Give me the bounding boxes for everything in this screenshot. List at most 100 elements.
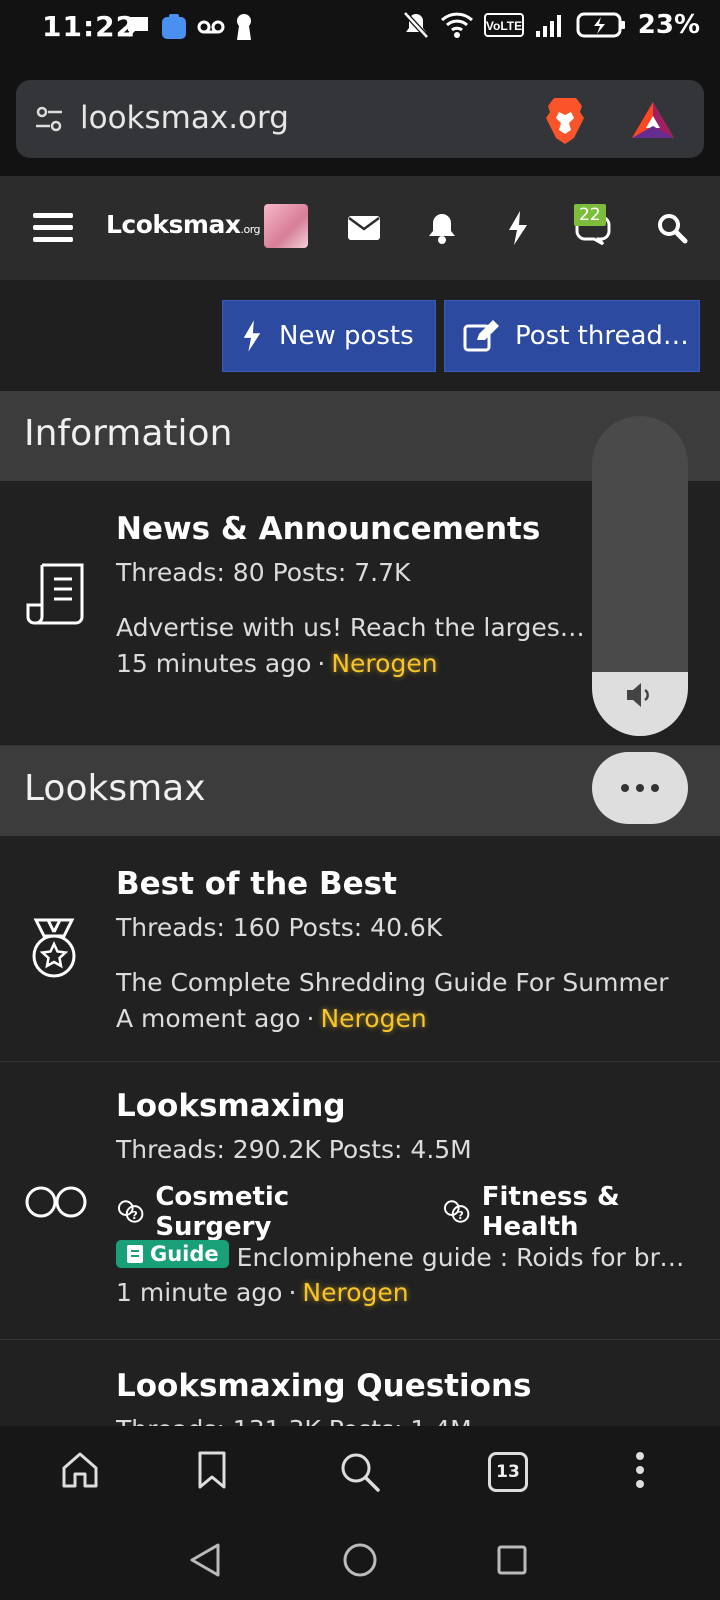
node-title[interactable]: Looksmaxing [116,1088,346,1124]
address-bar[interactable]: looksmax.org [16,80,704,158]
latest-thread-link[interactable]: Enclomiphene guide : Roids for brok… [237,1243,696,1272]
system-navigation-bar [0,1522,720,1600]
search-icon [658,214,688,244]
meta-separator: · [288,1278,297,1307]
browser-bottom-bar: 13 [0,1426,720,1522]
dot [621,784,629,792]
node-stats: Threads: 160 Posts: 40.6K [116,913,443,942]
conversations-badge: 22 [574,204,606,226]
document-icon [26,563,84,625]
category-title: Information [24,413,233,454]
browser-toolbar: looksmax.org [0,58,720,176]
speaker-icon[interactable] [624,680,656,710]
forum-node-best-of-the-best[interactable]: Best of the Best Threads: 160 Posts: 40.… [0,836,720,1062]
medal-icon [32,918,76,978]
latest-thread-row[interactable]: Guide Enclomiphene guide : Roids for bro… [116,1240,696,1272]
lightning-icon [509,211,527,245]
status-right-icons: VoLTE 23% [402,10,700,40]
logo-text: Lcoksmax [106,210,241,239]
status-time: 11:22 [42,10,137,43]
back-icon[interactable] [188,1542,222,1578]
user-avatar[interactable] [264,204,308,248]
site-logo[interactable]: Lcoksmax.org [106,210,261,239]
status-left-icons [124,12,254,42]
latest-time[interactable]: 1 minute ago [116,1278,282,1307]
svg-text:?: ? [458,1209,464,1222]
lightning-icon [243,320,261,352]
home-circle-icon[interactable] [342,1542,378,1578]
logo-suffix: .org [240,223,261,236]
subforum-label: Cosmetic Surgery [155,1182,290,1242]
svg-text:?: ? [131,1209,137,1222]
hamburger-icon [33,213,73,242]
volume-slider[interactable] [592,416,688,736]
latest-thread-link[interactable]: The Complete Shredding Guide For Summer [116,968,696,997]
more-menu-icon[interactable] [634,1450,646,1490]
dot [636,784,644,792]
latest-thread-link[interactable]: Advertise with us! Reach the largest loo [116,613,594,642]
latest-time[interactable]: 15 minutes ago [116,649,311,678]
meta-separator: · [306,1004,315,1033]
latest-time[interactable]: A moment ago [116,1004,301,1033]
subforum-bubbles-icon: ? [444,1200,470,1223]
inbox-button[interactable] [342,176,386,280]
node-title[interactable]: News & Announcements [116,511,540,547]
latest-meta: 1 minute ago · Nerogen [116,1278,409,1307]
edit-icon [463,320,499,352]
dot [651,784,659,792]
node-title[interactable]: Best of the Best [116,866,397,902]
guide-prefix-badge[interactable]: Guide [116,1240,229,1268]
latest-user-link[interactable]: Nerogen [331,649,437,678]
mute-icon [402,11,429,39]
latest-meta: A moment ago · Nerogen [116,1004,427,1033]
volume-more-button[interactable] [592,752,688,824]
svg-text:VoLTE: VoLTE [486,19,522,33]
infinity-icon [25,1186,87,1218]
app-notification-icon [162,14,186,39]
new-posts-button[interactable]: New posts [222,300,436,372]
subforum-link-fitness-health[interactable]: ? Fitness & Health [442,1182,720,1242]
subforum-bubbles-icon: ? [117,1200,144,1223]
node-title[interactable]: Looksmaxing Questions [116,1368,531,1404]
battery-percent: 23% [637,10,700,40]
latest-meta: 15 minutes ago · Nerogen [116,649,438,678]
envelope-icon [348,216,380,240]
meta-separator: · [317,649,326,678]
subforum-link-cosmetic-surgery[interactable]: ? Cosmetic Surgery [116,1182,408,1242]
status-bar: 11:22 VoLTE 23% [0,0,720,58]
latest-user-link[interactable]: Nerogen [302,1278,408,1307]
book-icon [127,1245,143,1263]
menu-button[interactable] [28,176,78,280]
node-stats: Threads: 290.2K Posts: 4.5M [116,1135,472,1164]
whats-new-button[interactable] [496,176,540,280]
volte-icon: VoLTE [483,13,524,37]
brave-rewards-icon[interactable] [630,100,676,140]
node-stats: Threads: 131.3K Posts: 1.4M [116,1415,472,1426]
subforum-label: Fitness & Health [481,1182,620,1242]
category-title: Looksmax [24,768,206,809]
recents-icon[interactable] [496,1544,528,1576]
forum-node-looksmaxing-questions[interactable]: Looksmaxing Questions Threads: 131.3K Po… [0,1340,720,1426]
battery-charging-icon [576,12,625,38]
home-icon[interactable] [60,1450,100,1490]
search-icon[interactable] [338,1450,382,1494]
node-stats: Threads: 80 Posts: 7.7K [116,558,411,587]
site-settings-icon[interactable] [34,104,64,134]
conversations-button[interactable] [566,176,616,280]
latest-user-link[interactable]: Nerogen [320,1004,426,1033]
brave-shields-icon[interactable] [542,96,588,146]
tabs-button[interactable]: 13 [488,1452,528,1492]
forum-node-looksmaxing[interactable]: Looksmaxing Threads: 290.2K Posts: 4.5M … [0,1062,720,1340]
search-button[interactable] [650,176,694,280]
alerts-button[interactable] [420,176,464,280]
site-header: Lcoksmax.org 22 [0,176,720,280]
keyhole-icon [237,14,251,40]
voicemail-icon [197,20,225,34]
url-text[interactable]: looksmax.org [80,100,289,136]
wifi-icon [440,12,473,38]
prefix-label: Guide [150,1242,219,1266]
new-posts-label: New posts [279,321,414,351]
post-thread-button[interactable]: Post thread… [444,300,700,372]
bookmark-icon[interactable] [196,1450,228,1490]
subforum-list: ? Cosmetic Surgery ? Fitness & Health [116,1182,720,1242]
